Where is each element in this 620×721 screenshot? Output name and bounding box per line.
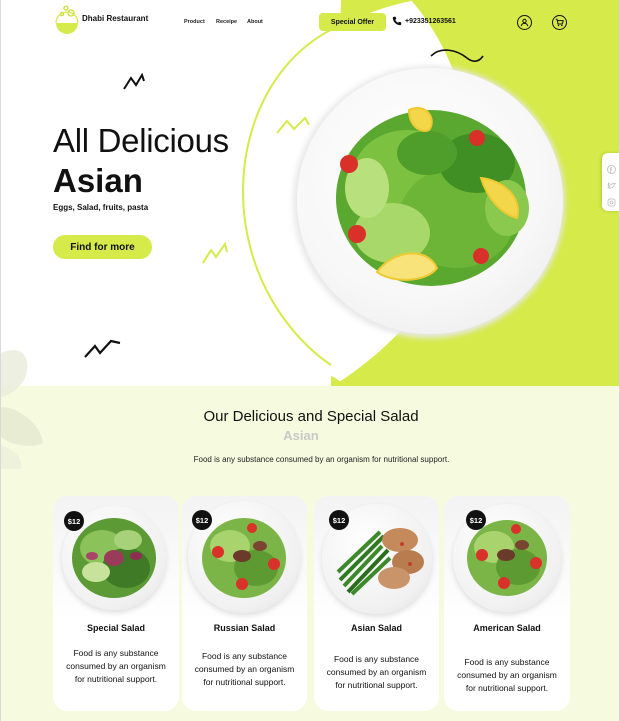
phone-icon	[392, 16, 402, 26]
card-description-line: Food is any substance	[464, 657, 550, 667]
salad-card[interactable]: $12 Asian Salad Food is any substance co…	[314, 496, 439, 711]
cart-button[interactable]	[552, 15, 567, 30]
zigzag-decoration-icon	[123, 73, 145, 90]
card-description-line: for nutritional support.	[335, 680, 418, 690]
facebook-icon[interactable]	[607, 161, 616, 174]
card-title: Special Salad	[86, 623, 146, 633]
squiggle-decoration-icon	[430, 49, 484, 62]
nav-recipe-link[interactable]: Receipe	[216, 19, 237, 25]
card-description-line: for nutritional support.	[465, 683, 549, 693]
price-badge: $12	[329, 510, 349, 530]
card-title: Russian Salad	[213, 623, 276, 633]
find-more-button[interactable]: Find for more	[53, 235, 152, 259]
cart-icon	[555, 18, 564, 27]
card-description-line: Food is any substance	[73, 648, 159, 658]
card-description-line: consumed by an organism	[194, 664, 295, 674]
card-title: American Salad	[473, 623, 541, 633]
user-icon	[520, 18, 529, 27]
card-description-line: Food is any substance	[201, 651, 288, 661]
social-links-bar	[602, 153, 619, 211]
card-title: Asian Salad	[350, 623, 403, 633]
special-offer-button[interactable]: Special Offer	[319, 13, 386, 31]
card-description-line: consumed by an organism	[66, 661, 166, 671]
card-description-line: consumed by an organism	[457, 670, 557, 680]
card-description-line: for nutritional support.	[203, 677, 286, 687]
user-profile-button[interactable]	[517, 15, 532, 30]
zigzag-decoration-icon	[84, 339, 121, 358]
zigzag-decoration-icon	[202, 242, 228, 264]
phone-number: +923351263561	[405, 18, 456, 25]
salad-card[interactable]: $12 Russian Salad Food is any substance …	[182, 496, 307, 711]
card-description-line: consumed by an organism	[326, 667, 427, 677]
card-description-line: for nutritional support.	[74, 674, 158, 684]
twitter-icon[interactable]	[607, 177, 617, 190]
brand-name: Dhabi Restaurant	[82, 14, 149, 23]
nav-about-link[interactable]: About	[247, 19, 263, 25]
salad-card[interactable]: $12 American Salad Food is any substance…	[444, 496, 570, 711]
instagram-icon[interactable]	[607, 194, 616, 207]
price-badge: $12	[64, 511, 84, 531]
section-title: Our Delicious and Special Salad	[203, 408, 419, 425]
price-badge: $12	[192, 510, 212, 530]
price-badge: $12	[466, 510, 486, 530]
hero-subtitle: Eggs, Salad, fruits, pasta	[53, 203, 149, 212]
section-description: Food is any substance consumed by an org…	[193, 455, 450, 464]
hero-title-line2: Asian	[53, 162, 143, 199]
hero-title-line1: All Delicious	[53, 122, 229, 159]
page: Dhabi Restaurant Product Receipe About S…	[0, 0, 620, 721]
nav-product-link[interactable]: Product	[184, 19, 205, 25]
salad-card[interactable]: $12 Special Salad Food is any substance …	[53, 496, 179, 711]
hero-salad-image	[336, 107, 529, 286]
section-subtitle: Asian	[283, 428, 319, 443]
card-description-line: Food is any substance	[333, 654, 420, 664]
restaurant-logo-icon[interactable]	[55, 4, 79, 36]
